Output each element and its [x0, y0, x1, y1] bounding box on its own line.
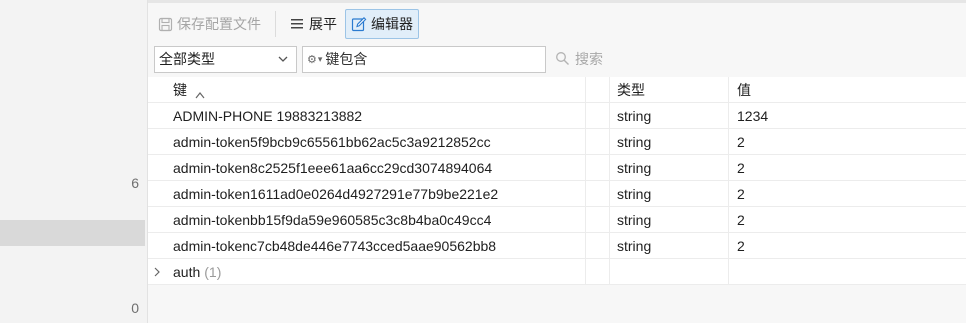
group-label: auth (1) — [173, 259, 221, 285]
column-header-key[interactable]: 键 — [173, 77, 205, 103]
key-table: 键 类型 值 ADMIN-PHONE 19883213882 string 12… — [148, 77, 966, 285]
caret-down-icon[interactable]: ▾ — [318, 54, 323, 65]
column-divider — [728, 181, 729, 207]
group-count: (1) — [204, 264, 222, 280]
table-row[interactable]: admin-token1611ad0e0264d4927291e77b9be22… — [148, 181, 966, 207]
group-key: auth — [173, 264, 201, 280]
table-header: 键 类型 值 — [148, 77, 966, 103]
column-divider — [728, 155, 729, 181]
row-key: ADMIN-PHONE 19883213882 — [173, 108, 363, 124]
toolbar-separator — [275, 11, 276, 37]
table-row[interactable]: ADMIN-PHONE 19883213882 string 1234 — [148, 103, 966, 129]
filter-bar: 全部类型 ⚙ ▾ 键包含 搜索 — [154, 45, 966, 73]
row-type: string — [617, 108, 652, 124]
column-divider — [609, 233, 610, 259]
column-divider — [609, 103, 610, 129]
column-divider — [609, 129, 610, 155]
save-config-label: 保存配置文件 — [177, 16, 261, 32]
chevron-down-icon — [276, 52, 290, 66]
row-value: 2 — [737, 238, 745, 254]
column-divider — [728, 233, 729, 259]
search-placeholder: 搜索 — [575, 51, 603, 67]
column-divider — [585, 129, 586, 155]
editor-label: 编辑器 — [371, 16, 413, 32]
gutter-selected-row[interactable] — [0, 220, 145, 246]
column-divider — [728, 129, 729, 155]
chevron-right-icon[interactable] — [153, 259, 163, 285]
save-icon — [157, 16, 173, 32]
type-select-value: 全部类型 — [159, 51, 215, 67]
column-divider — [609, 207, 610, 233]
search-field[interactable]: 搜索 — [555, 49, 603, 69]
column-divider[interactable] — [585, 77, 586, 103]
group-row-auth[interactable]: auth (1) — [148, 259, 966, 285]
column-divider — [609, 259, 610, 285]
row-type: string — [617, 134, 652, 150]
row-key: admin-token8c2525f1eee61aa6cc29cd3074894… — [173, 160, 493, 176]
row-value: 2 — [737, 186, 745, 202]
column-divider — [728, 103, 729, 129]
edit-icon — [351, 16, 367, 32]
flatten-button[interactable]: 展平 — [283, 9, 343, 39]
row-type: string — [617, 212, 652, 228]
column-header-key-label: 键 — [173, 82, 187, 98]
row-value: 2 — [737, 134, 745, 150]
column-divider[interactable] — [609, 77, 610, 103]
key-filter-text: 键包含 — [325, 51, 368, 67]
column-divider — [609, 181, 610, 207]
row-key: admin-token1611ad0e0264d4927291e77b9be22… — [173, 186, 499, 202]
column-divider — [728, 259, 729, 285]
column-divider[interactable] — [728, 77, 729, 103]
flatten-label: 展平 — [309, 16, 337, 32]
type-select[interactable]: 全部类型 — [154, 45, 297, 73]
row-value: 1234 — [737, 108, 769, 124]
sort-ascending-icon — [195, 86, 205, 99]
column-divider — [585, 181, 586, 207]
column-header-type[interactable]: 类型 — [617, 77, 645, 103]
column-divider — [585, 259, 586, 285]
key-panel: 保存配置文件 展平 编辑器 全部类型 ⚙ ▾ 键包含 搜索 键 类型 值 ADM… — [148, 0, 966, 323]
column-divider — [585, 233, 586, 259]
gutter-number: 6 — [131, 175, 139, 191]
save-config-button[interactable]: 保存配置文件 — [151, 9, 267, 39]
column-header-value[interactable]: 值 — [737, 77, 751, 103]
column-divider — [585, 207, 586, 233]
gutter-number: 0 — [131, 300, 139, 316]
row-value: 2 — [737, 160, 745, 176]
table-row[interactable]: admin-tokenc7cb48de446e7743cced5aae90562… — [148, 233, 966, 259]
row-type: string — [617, 160, 652, 176]
column-divider — [585, 155, 586, 181]
row-key: admin-tokenbb15f9da59e960585c3c8b4ba0c49… — [173, 212, 492, 228]
key-filter-input[interactable]: ⚙ ▾ 键包含 — [302, 45, 546, 73]
row-key: admin-token5f9bcb9c65561bb62ac5c3a921285… — [173, 134, 491, 150]
row-type: string — [617, 186, 652, 202]
row-type: string — [617, 238, 652, 254]
table-row[interactable]: admin-token8c2525f1eee61aa6cc29cd3074894… — [148, 155, 966, 181]
left-gutter: 6 0 — [0, 0, 148, 323]
gear-icon[interactable]: ⚙ — [307, 53, 317, 66]
editor-button[interactable]: 编辑器 — [345, 9, 419, 39]
column-divider — [609, 155, 610, 181]
table-row[interactable]: admin-token5f9bcb9c65561bb62ac5c3a921285… — [148, 129, 966, 155]
column-divider — [728, 207, 729, 233]
row-key: admin-tokenc7cb48de446e7743cced5aae90562… — [173, 238, 497, 254]
redis-browser: 6 0 保存配置文件 展平 编辑器 全部类型 ⚙ ▾ 键包含 搜索 键 类型 值… — [0, 0, 966, 323]
row-value: 2 — [737, 212, 745, 228]
divider — [148, 0, 966, 3]
list-icon — [289, 16, 305, 32]
search-icon — [555, 51, 571, 67]
column-divider — [585, 103, 586, 129]
table-row[interactable]: admin-tokenbb15f9da59e960585c3c8b4ba0c49… — [148, 207, 966, 233]
toolbar: 保存配置文件 展平 编辑器 — [148, 8, 966, 40]
